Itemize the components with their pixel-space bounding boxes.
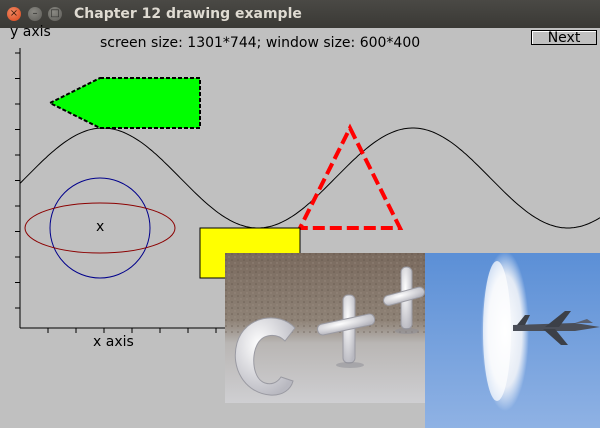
- window-title: Chapter 12 drawing example: [74, 6, 302, 22]
- next-button[interactable]: Next: [531, 30, 597, 46]
- maximize-window-button[interactable]: □: [48, 7, 62, 21]
- jet-sonic-boom-image: [425, 253, 600, 428]
- snow-sculpture-image: [225, 253, 425, 403]
- close-window-button[interactable]: ×: [7, 7, 21, 21]
- x-axis-label: x axis: [93, 334, 134, 350]
- center-mark: x: [96, 219, 105, 235]
- y-axis: [15, 48, 21, 328]
- window-size-text: screen size: 1301*744; window size: 600*…: [100, 35, 421, 51]
- red-dashed-triangle: [296, 123, 404, 230]
- green-polygon: [47, 77, 201, 129]
- minimize-window-button[interactable]: –: [28, 7, 42, 21]
- app-window: × – □ Chapter 12 drawing example y axis …: [0, 0, 600, 428]
- title-bar: × – □ Chapter 12 drawing example: [0, 0, 600, 28]
- y-axis-label: y axis: [10, 24, 51, 40]
